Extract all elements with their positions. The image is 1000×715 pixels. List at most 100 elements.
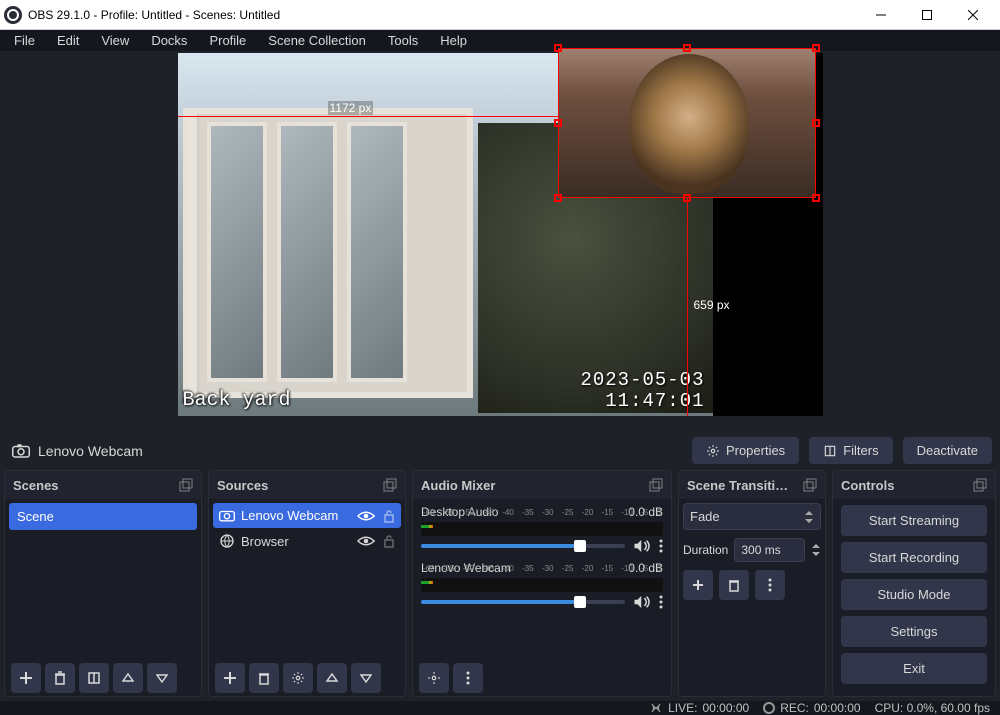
- controls-title: Controls: [841, 478, 894, 493]
- source-down-button[interactable]: [351, 663, 381, 693]
- speaker-icon[interactable]: [633, 595, 651, 609]
- status-rec: REC: 00:00:00: [763, 701, 860, 715]
- audio-meter: -60-55-50-45-40-35-30-25-20-15-10-50: [421, 522, 663, 536]
- scenes-title: Scenes: [13, 478, 59, 493]
- menu-edit[interactable]: Edit: [47, 30, 89, 51]
- filters-button[interactable]: Filters: [809, 437, 892, 464]
- deactivate-button[interactable]: Deactivate: [903, 437, 992, 464]
- resize-handle-bl[interactable]: [554, 194, 562, 202]
- close-button[interactable]: [950, 0, 996, 30]
- sources-title: Sources: [217, 478, 268, 493]
- status-perf: CPU: 0.0%, 60.00 fps: [875, 701, 990, 715]
- window-title: OBS 29.1.0 - Profile: Untitled - Scenes:…: [28, 8, 280, 22]
- updown-icon: [804, 510, 814, 524]
- app-logo: [4, 6, 22, 24]
- audio-mixer-dock: Audio Mixer Desktop Audio0.0 dB -60-55-5…: [412, 470, 672, 697]
- mixer-channel-desktop-audio: Desktop Audio0.0 dB -60-55-50-45-40-35-3…: [421, 505, 663, 553]
- maximize-button[interactable]: [904, 0, 950, 30]
- lock-icon[interactable]: [383, 509, 395, 523]
- filters-icon: [823, 444, 837, 458]
- transitions-dock: Scene Transiti… Fade Duration 300 ms: [678, 470, 826, 697]
- scene-filters-button[interactable]: [79, 663, 109, 693]
- menu-help[interactable]: Help: [430, 30, 477, 51]
- popout-icon[interactable]: [803, 478, 817, 492]
- gear-icon: [706, 444, 720, 458]
- mixer-menu-button[interactable]: [453, 663, 483, 693]
- guide-height-label: 659 px: [694, 298, 730, 312]
- resize-handle-bm[interactable]: [683, 194, 691, 202]
- remove-transition-button[interactable]: [719, 570, 749, 600]
- resize-handle-br[interactable]: [812, 194, 820, 202]
- scene-down-button[interactable]: [147, 663, 177, 693]
- camera-icon: [219, 509, 235, 522]
- resize-handle-ml[interactable]: [554, 119, 562, 127]
- selection-box[interactable]: [558, 48, 816, 198]
- audio-meter: -60-55-50-45-40-35-30-25-20-15-10-50: [421, 578, 663, 592]
- eye-icon[interactable]: [357, 535, 375, 547]
- add-transition-button[interactable]: [683, 570, 713, 600]
- source-item-webcam[interactable]: Lenovo Webcam: [213, 503, 401, 528]
- duration-input[interactable]: 300 ms: [734, 538, 805, 562]
- scene-up-button[interactable]: [113, 663, 143, 693]
- menu-profile[interactable]: Profile: [199, 30, 256, 51]
- resize-handle-tl[interactable]: [554, 44, 562, 52]
- start-recording-button[interactable]: Start Recording: [841, 542, 987, 573]
- minimize-button[interactable]: [858, 0, 904, 30]
- volume-slider[interactable]: [421, 544, 625, 548]
- remove-source-button[interactable]: [249, 663, 279, 693]
- scene-item[interactable]: Scene: [9, 503, 197, 530]
- resize-handle-mr[interactable]: [812, 119, 820, 127]
- popout-icon[interactable]: [649, 478, 663, 492]
- mixer-channel-webcam: Lenovo Webcam0.0 dB -60-55-50-45-40-35-3…: [421, 561, 663, 609]
- transition-select[interactable]: Fade: [683, 503, 821, 530]
- context-source-name: Lenovo Webcam: [38, 443, 143, 459]
- preview-canvas[interactable]: Back yard 2023-05-0311:47:01 1172 px 659…: [178, 53, 823, 416]
- kebab-icon[interactable]: [659, 595, 663, 609]
- broadcast-icon: [649, 701, 663, 715]
- kebab-icon[interactable]: [659, 539, 663, 553]
- menu-view[interactable]: View: [91, 30, 139, 51]
- source-up-button[interactable]: [317, 663, 347, 693]
- transitions-title: Scene Transiti…: [687, 478, 788, 493]
- menu-docks[interactable]: Docks: [141, 30, 197, 51]
- mixer-settings-button[interactable]: [419, 663, 449, 693]
- lock-icon[interactable]: [383, 534, 395, 548]
- scenes-dock: Scenes Scene: [4, 470, 202, 697]
- guide-vertical: [687, 198, 688, 416]
- menu-file[interactable]: File: [4, 30, 45, 51]
- status-live: LIVE: 00:00:00: [649, 701, 749, 715]
- start-streaming-button[interactable]: Start Streaming: [841, 505, 987, 536]
- source-item-browser[interactable]: Browser: [213, 528, 401, 554]
- source-properties-button[interactable]: [283, 663, 313, 693]
- mixer-title: Audio Mixer: [421, 478, 495, 493]
- popout-icon[interactable]: [973, 478, 987, 492]
- studio-mode-button[interactable]: Studio Mode: [841, 579, 987, 610]
- sources-dock: Sources Lenovo Webcam Browser: [208, 470, 406, 697]
- volume-slider[interactable]: [421, 600, 625, 604]
- resize-handle-tm[interactable]: [683, 44, 691, 52]
- duration-label: Duration: [683, 543, 728, 557]
- popout-icon[interactable]: [179, 478, 193, 492]
- source-context-bar: Lenovo Webcam Properties Filters Deactiv…: [0, 431, 1000, 470]
- eye-icon[interactable]: [357, 510, 375, 522]
- statusbar: LIVE: 00:00:00 REC: 00:00:00 CPU: 0.0%, …: [0, 701, 1000, 715]
- preview-area[interactable]: Back yard 2023-05-0311:47:01 1172 px 659…: [0, 51, 1000, 431]
- popout-icon[interactable]: [383, 478, 397, 492]
- updown-icon[interactable]: [811, 543, 821, 557]
- camera-icon: [12, 444, 30, 458]
- menu-scene-collection[interactable]: Scene Collection: [258, 30, 376, 51]
- selected-source-preview: [559, 49, 815, 197]
- overlay-scene-label: Back yard: [183, 389, 291, 412]
- resize-handle-tr[interactable]: [812, 44, 820, 52]
- properties-button[interactable]: Properties: [692, 437, 799, 464]
- controls-dock: Controls Start Streaming Start Recording…: [832, 470, 996, 697]
- add-source-button[interactable]: [215, 663, 245, 693]
- exit-button[interactable]: Exit: [841, 653, 987, 684]
- menu-tools[interactable]: Tools: [378, 30, 428, 51]
- remove-scene-button[interactable]: [45, 663, 75, 693]
- settings-button[interactable]: Settings: [841, 616, 987, 647]
- transition-menu-button[interactable]: [755, 570, 785, 600]
- speaker-icon[interactable]: [633, 539, 651, 553]
- add-scene-button[interactable]: [11, 663, 41, 693]
- titlebar: OBS 29.1.0 - Profile: Untitled - Scenes:…: [0, 0, 1000, 30]
